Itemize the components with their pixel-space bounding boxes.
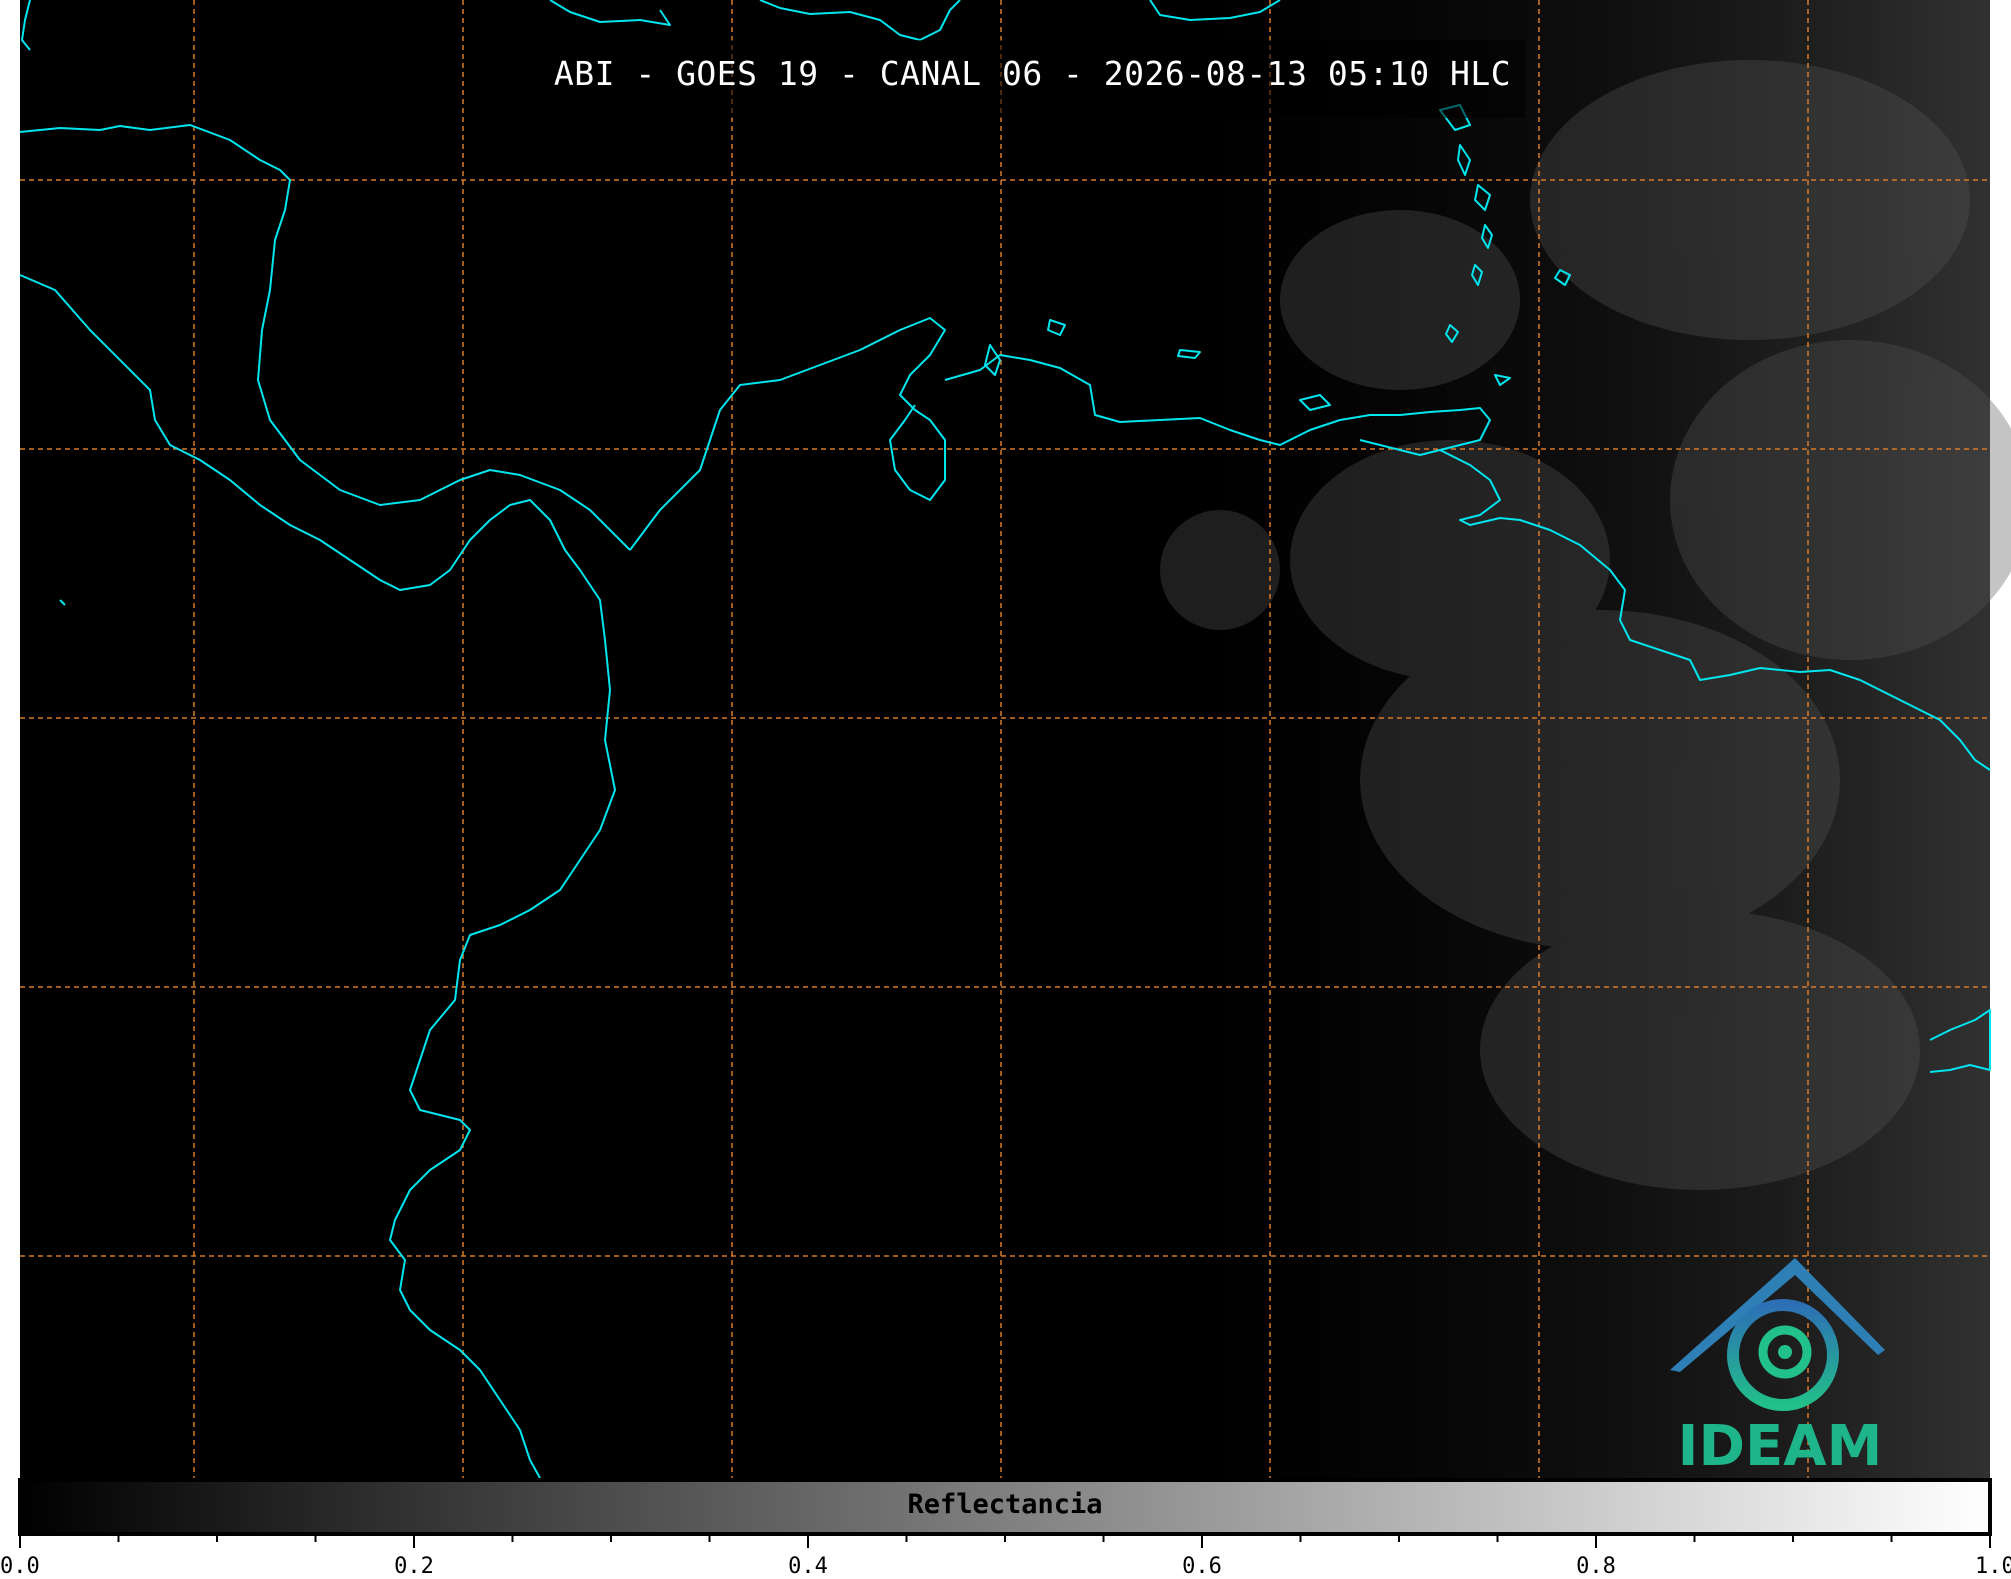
satellite-map: IDEAM <box>18 0 2011 1548</box>
colorbar-tick-label: 0.8 <box>1576 1554 1616 1579</box>
map-title: ABI - GOES 19 - CANAL 06 - 2026-08-13 05… <box>553 54 1512 93</box>
logo-text: IDEAM <box>1678 1414 1883 1479</box>
colorbar-tick-label: 1.0 <box>1975 1554 2011 1579</box>
colorbar-tick-label: 0.6 <box>1182 1554 1222 1579</box>
colorbar-tick-label: 0.4 <box>788 1554 828 1579</box>
colorbar-tick-label: 0.0 <box>0 1554 40 1579</box>
colorbar-tick-label: 0.2 <box>394 1554 434 1579</box>
colorbar-label: Reflectancia <box>907 1489 1103 1520</box>
colorbar-ticks <box>19 1534 1991 1548</box>
